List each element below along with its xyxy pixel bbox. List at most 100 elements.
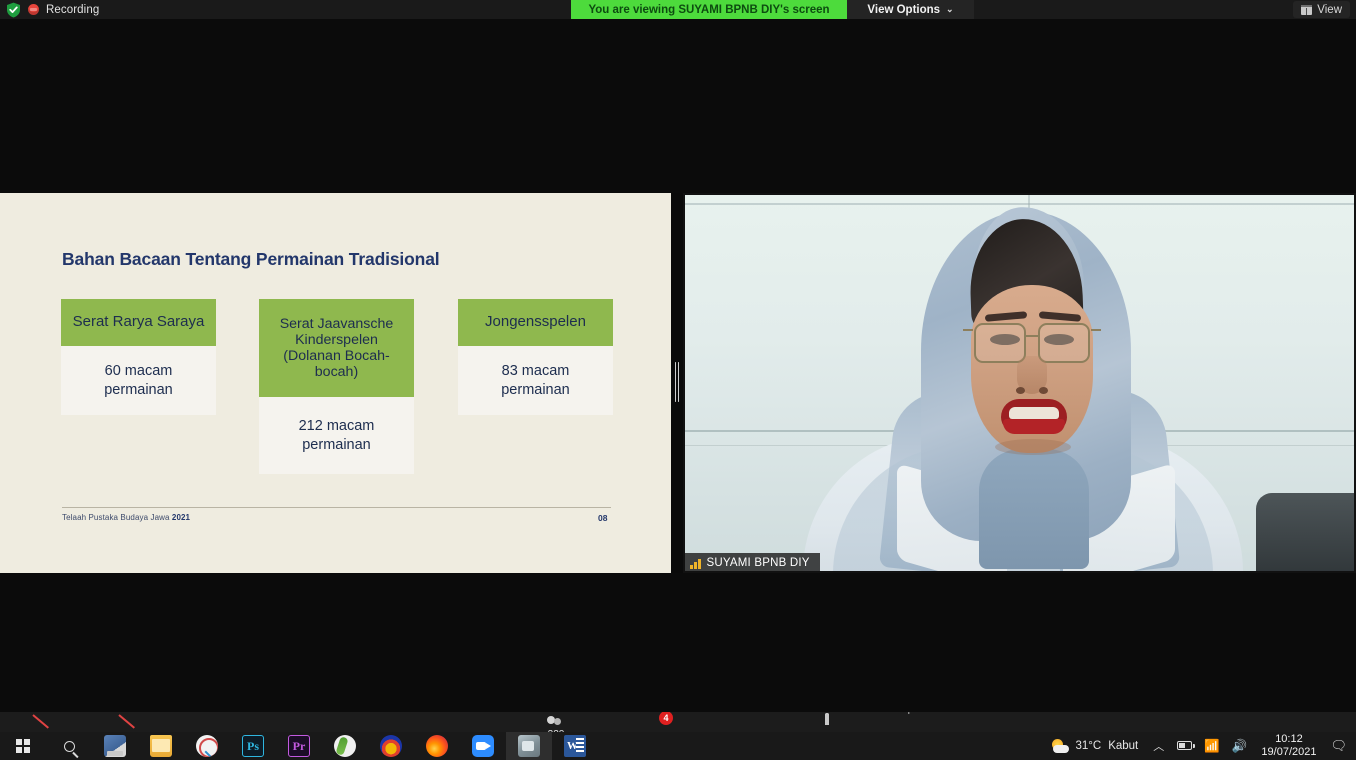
neck-scarf <box>979 449 1089 569</box>
slide-card: Jongensspelen 83 macam permainan <box>458 299 613 415</box>
zoom-meeting-window: Recording You are viewing SUYAMI BPNB DI… <box>0 0 1356 760</box>
share-screen-button[interactable] <box>733 715 755 729</box>
microphone-muted-icon <box>32 714 54 729</box>
reactions-icon <box>825 713 847 729</box>
chevron-down-icon: ⌄ <box>946 4 954 14</box>
paint-app-button[interactable] <box>322 732 368 760</box>
premiere-pro-button[interactable]: Pr <box>276 732 322 760</box>
layout-grid-icon <box>1301 4 1313 15</box>
recording-indicator-group: Recording <box>6 1 99 18</box>
view-button[interactable]: View <box>1293 1 1350 18</box>
slide-card: Serat Jaavansche Kinderspelen (Dolanan B… <box>259 299 414 474</box>
stop-video-button[interactable] <box>118 714 140 729</box>
chin-shadow <box>995 439 1071 455</box>
microsoft-word-button[interactable]: W <box>552 732 598 760</box>
chat-unread-badge: 4 <box>659 712 673 725</box>
word-icon: W <box>564 735 586 757</box>
folder-icon <box>150 735 172 757</box>
invite-button[interactable] <box>905 715 927 729</box>
windows-taskbar: Ps Pr W 31°C Kabut ︿ 📶 🔊 10:12 19/07/202… <box>0 732 1356 760</box>
taskbar-icon-strip: Ps Pr W <box>0 732 598 760</box>
speaker-icon[interactable]: 🔊 <box>1226 740 1254 753</box>
nostril-left <box>1016 387 1025 394</box>
screen-share-banner-text: You are viewing SUYAMI BPNB DIY's screen <box>588 3 830 16</box>
zoom-camera-icon <box>472 735 494 757</box>
zoom-app-button[interactable] <box>460 732 506 760</box>
mute-button[interactable] <box>32 714 54 729</box>
paint-icon <box>334 735 356 757</box>
zoom-share-window-button[interactable] <box>506 732 552 760</box>
zoom-top-bar: Recording You are viewing SUYAMI BPNB DI… <box>0 0 1356 19</box>
recording-label: Recording <box>46 3 100 16</box>
weather-condition: Kabut <box>1108 740 1139 752</box>
nostril-right <box>1039 387 1048 394</box>
weather-temperature: 31°C <box>1075 740 1102 752</box>
clock-widget[interactable]: 10:12 19/07/2021 <box>1253 733 1324 760</box>
slide-title: Bahan Bacaan Tentang Permainan Tradision… <box>62 249 440 269</box>
sun-cloud-icon <box>1051 738 1069 754</box>
task-view-icon <box>104 735 126 757</box>
zoom-share-icon <box>518 735 540 757</box>
teeth-shape <box>1009 407 1059 419</box>
security-shield-icon <box>6 2 21 18</box>
zoom-control-bar: 220 4 <box>0 712 1356 732</box>
system-tray: 31°C Kabut ︿ 📶 🔊 10:12 19/07/2021 🗨 <box>1043 732 1356 760</box>
divider-grip-icon[interactable] <box>674 362 680 402</box>
shared-slide[interactable]: Bahan Bacaan Tentang Permainan Tradision… <box>0 193 671 573</box>
share-screen-icon <box>733 715 755 729</box>
recording-dot-icon <box>28 4 39 15</box>
panel-divider[interactable] <box>671 193 683 573</box>
color-app-button[interactable] <box>368 732 414 760</box>
slide-footer-label: Telaah Pustaka Budaya Jawa <box>62 513 172 522</box>
audio-level-bars-icon <box>690 558 701 569</box>
clock-time: 10:12 <box>1275 732 1303 745</box>
slide-card-value: 212 macam permainan <box>259 397 414 474</box>
invite-icon <box>905 715 927 729</box>
slide-card-title: Jongensspelen <box>458 299 613 346</box>
firefox-button[interactable] <box>414 732 460 760</box>
participants-icon <box>545 715 567 729</box>
slide-card-value: 83 macam permainan <box>458 346 613 415</box>
color-app-icon <box>380 735 402 757</box>
search-button[interactable] <box>46 732 92 760</box>
snipping-tool-icon <box>196 735 218 757</box>
clock-date: 19/07/2021 <box>1261 746 1317 758</box>
battery-icon[interactable] <box>1171 740 1198 753</box>
participant-name-tag: SUYAMI BPNB DIY <box>683 553 820 573</box>
slide-footer-year: 2021 <box>171 513 191 522</box>
windows-logo-icon <box>15 738 31 754</box>
photoshop-icon: Ps <box>242 735 264 757</box>
firefox-icon <box>426 735 448 757</box>
start-button[interactable] <box>0 732 46 760</box>
slide-card-value: 60 macam permainan <box>61 346 216 415</box>
slide-footer-text: Telaah Pustaka Budaya Jawa 2021 <box>62 513 190 522</box>
wifi-icon[interactable]: 📶 <box>1198 740 1226 753</box>
slide-card-title: Serat Rarya Saraya <box>61 299 216 346</box>
reactions-button[interactable] <box>825 713 847 729</box>
chat-icon: 4 <box>648 712 673 729</box>
participant-name-label: SUYAMI BPNB DIY <box>706 557 810 569</box>
photoshop-button[interactable]: Ps <box>230 732 276 760</box>
slide-page-number: 08 <box>598 513 608 523</box>
file-explorer-button[interactable] <box>138 732 184 760</box>
snipping-tool-button[interactable] <box>184 732 230 760</box>
screen-share-banner: You are viewing SUYAMI BPNB DIY's screen <box>571 0 847 19</box>
lower-lip-shape <box>1003 419 1065 434</box>
chevron-up-icon[interactable]: ︿ <box>1146 738 1171 754</box>
notifications-icon[interactable]: 🗨 <box>1324 738 1356 754</box>
camera-muted-icon <box>118 714 140 729</box>
chair-shape <box>1256 493 1356 573</box>
shared-content-stage: Bahan Bacaan Tentang Permainan Tradision… <box>0 193 1356 573</box>
task-view-button[interactable] <box>92 732 138 760</box>
slide-card-title: Serat Jaavansche Kinderspelen (Dolanan B… <box>259 299 414 397</box>
slide-card: Serat Rarya Saraya 60 macam permainan <box>61 299 216 415</box>
chat-button[interactable]: 4 <box>648 712 673 729</box>
view-options-label: View Options <box>867 3 941 16</box>
participants-button[interactable]: 220 <box>545 715 567 732</box>
premiere-icon: Pr <box>288 735 310 757</box>
view-button-label: View <box>1317 3 1342 16</box>
view-options-button[interactable]: View Options ⌄ <box>847 0 974 19</box>
participant-portrait <box>683 193 1356 573</box>
speaker-video-tile[interactable]: SUYAMI BPNB DIY <box>683 193 1356 573</box>
weather-widget[interactable]: 31°C Kabut <box>1043 738 1147 754</box>
